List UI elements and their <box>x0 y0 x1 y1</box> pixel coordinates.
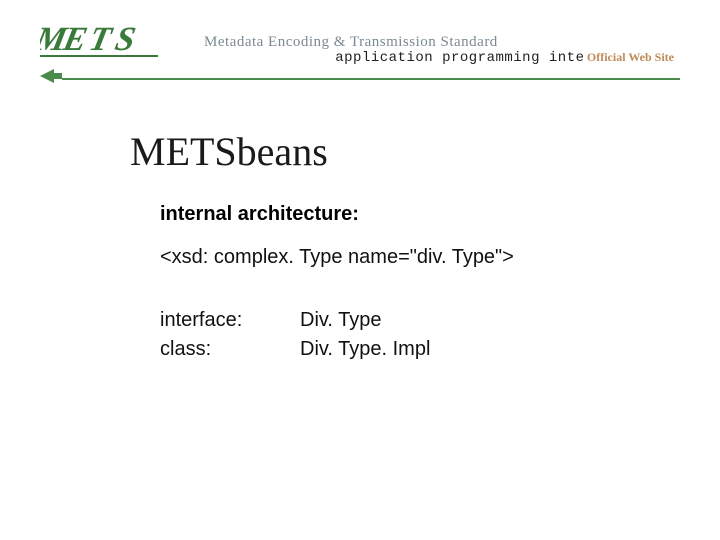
xsd-line: <xsd: complex. Type name="div. Type"> <box>160 246 720 269</box>
arrow-left-icon <box>40 69 62 88</box>
header: M E T S Metadata Encoding & Transmission… <box>0 0 720 88</box>
kv-row: interface: Div. Type <box>160 309 720 332</box>
page-title: METSbeans <box>130 128 720 175</box>
header-divider <box>40 69 680 88</box>
svg-text:T: T <box>86 20 117 58</box>
divider-line <box>62 78 680 80</box>
official-site-label: Official Web Site <box>583 50 678 65</box>
key-value-block: interface: Div. Type class: Div. Type. I… <box>160 309 720 361</box>
kv-row: class: Div. Type. Impl <box>160 338 720 361</box>
kv-val: Div. Type <box>300 309 382 332</box>
standard-name: Metadata Encoding & Transmission Standar… <box>204 34 498 51</box>
subtitle: internal architecture: <box>160 203 720 226</box>
kv-key: class: <box>160 338 300 361</box>
content: METSbeans internal architecture: <xsd: c… <box>0 88 720 361</box>
mets-logo: M E T S <box>40 20 190 65</box>
kv-val: Div. Type. Impl <box>300 338 430 361</box>
kv-key: interface: <box>160 309 300 332</box>
svg-text:S: S <box>112 20 139 58</box>
